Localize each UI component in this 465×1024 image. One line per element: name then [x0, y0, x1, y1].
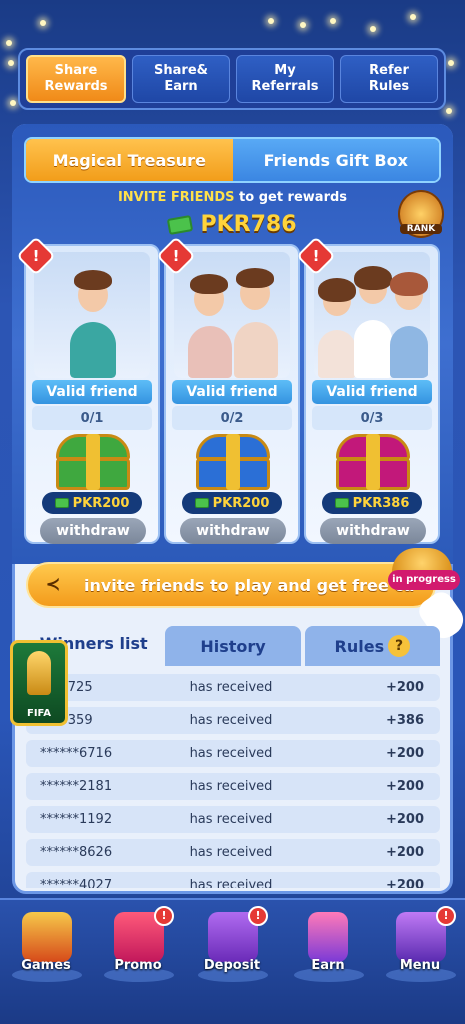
segment-magical-treasure[interactable]: Magical Treasure [26, 139, 233, 181]
nav-games[interactable]: Games [6, 908, 86, 988]
valid-friend-label: Valid friend [312, 380, 432, 404]
valid-friend-label: Valid friend [32, 380, 152, 404]
friends-illustration [174, 252, 290, 378]
tab-share-rewards[interactable]: Share Rewards [26, 55, 126, 103]
nav-earn[interactable]: Earn [288, 908, 368, 988]
phone-icon [308, 912, 348, 962]
in-progress-badge: in progress [388, 570, 460, 590]
card-reward: PKR386 [322, 492, 422, 514]
list-item: ******8626 has received +200 [26, 839, 440, 866]
cash-icon [167, 215, 194, 235]
reward-card-2: ! Valid friend 0/2 PKR200 withdraw [156, 236, 300, 544]
nav-promo[interactable]: ! Promo [98, 906, 178, 988]
fifa-label: FIFA [27, 708, 51, 719]
list-item: ***3725has received+200 [26, 674, 440, 701]
tab-history[interactable]: History [165, 626, 301, 666]
invite-friends-button[interactable]: ≺ invite friends to play and get free ca [26, 562, 436, 608]
friend-progress: 0/3 [312, 406, 432, 430]
tab-rules-label: Rules [334, 636, 385, 656]
bottom-nav: Games ! Promo ! Deposit Earn ! Menu [0, 898, 465, 1024]
treasure-chest-icon [56, 434, 130, 490]
notification-badge: ! [248, 906, 268, 926]
friend-progress: 0/2 [172, 406, 292, 430]
treasure-chest-icon [196, 434, 270, 490]
friend-progress: 0/1 [32, 406, 152, 430]
list-item: ***6359has received+386 [26, 707, 440, 734]
winners-tab-bar: Winners list History Rules? [26, 620, 440, 666]
rank-button[interactable]: RANK [398, 190, 444, 238]
segment-control: Magical Treasure Friends Gift Box [24, 137, 441, 183]
rank-label: RANK [400, 224, 442, 234]
valid-friend-label: Valid friend [172, 380, 292, 404]
share-icon: ≺ [45, 574, 61, 595]
tab-rules[interactable]: Rules? [304, 626, 440, 666]
tab-share-earn[interactable]: Share& Earn [132, 55, 230, 103]
question-icon: ? [388, 635, 411, 657]
notification-badge: ! [436, 906, 456, 926]
segment-friends-gift-box[interactable]: Friends Gift Box [232, 139, 439, 181]
card-reward: PKR200 [42, 492, 142, 514]
list-item: ******1192 has received +200 [26, 806, 440, 833]
reward-card-1: ! Valid friend 0/1 PKR200 withdraw [16, 236, 160, 544]
reward-card-3: ! Valid friend 0/3 PKR386 withdraw [296, 236, 440, 544]
trophy-icon [27, 651, 51, 695]
slot-machine-icon [22, 912, 72, 962]
list-item: ******2181 has received +200 [26, 773, 440, 800]
invite-friends-label: invite friends to play and get free ca [84, 576, 415, 595]
invite-highlight: INVITE FRIENDS [117, 190, 235, 205]
total-reward-amount: PKR786 [200, 212, 297, 237]
invite-headline: INVITE FRIENDS to get rewards [0, 190, 465, 205]
top-tab-bar: Share Rewards Share& Earn My Referrals R… [18, 48, 446, 110]
invite-rest: to get rewards [234, 190, 348, 205]
list-item: ******6716 has received +200 [26, 740, 440, 767]
withdraw-button[interactable]: withdraw [40, 518, 146, 544]
nav-menu[interactable]: ! Menu [380, 906, 460, 988]
friends-group-illustration [314, 252, 430, 378]
friend-illustration [34, 252, 150, 378]
tab-my-referrals[interactable]: My Referrals [236, 55, 334, 103]
list-item: ******4027 has received +200 [26, 872, 440, 888]
withdraw-button[interactable]: withdraw [180, 518, 286, 544]
total-reward: PKR786 [0, 212, 465, 237]
winners-list: ***3725has received+200 ***6359has recei… [26, 674, 440, 888]
fifa-floating-button[interactable]: FIFA [10, 640, 68, 726]
card-reward: PKR200 [182, 492, 282, 514]
notification-badge: ! [154, 906, 174, 926]
treasure-chest-icon [336, 434, 410, 490]
nav-deposit[interactable]: ! Deposit [192, 906, 272, 988]
tab-refer-rules[interactable]: Refer Rules [340, 55, 438, 103]
